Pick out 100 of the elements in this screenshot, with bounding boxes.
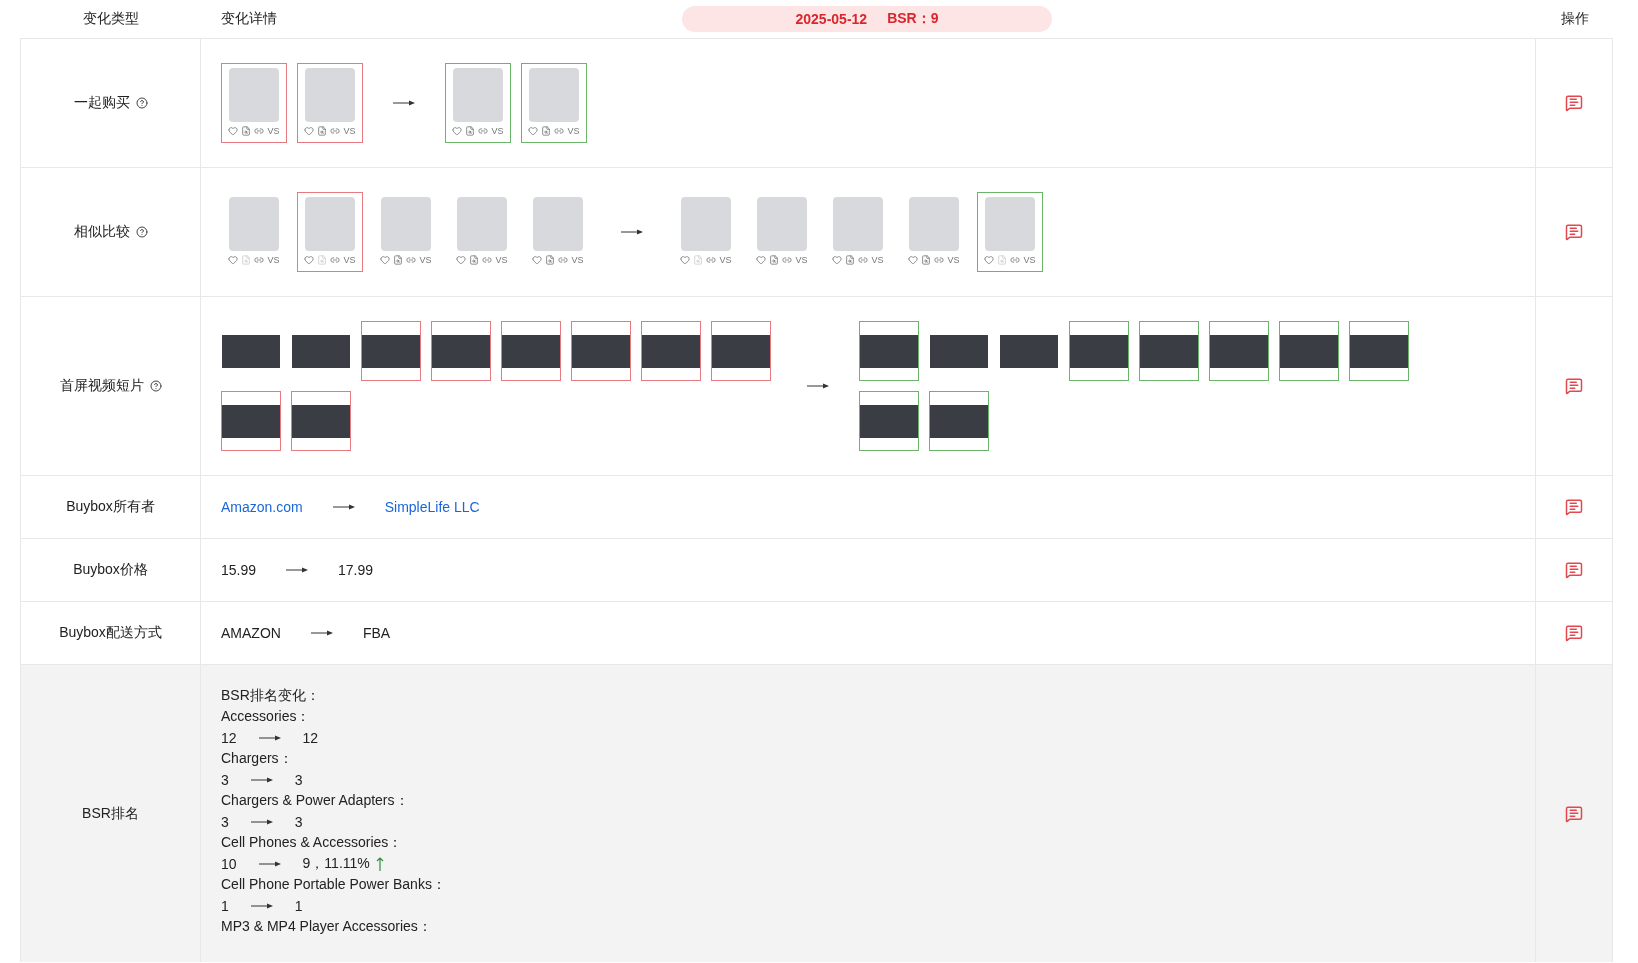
document-search-icon[interactable]: [241, 126, 252, 136]
compare-link[interactable]: VS: [495, 255, 508, 265]
compare-link[interactable]: VS: [947, 255, 960, 265]
link-icon[interactable]: [478, 126, 489, 136]
document-search-icon[interactable]: [845, 255, 856, 265]
product-card[interactable]: VS: [673, 192, 739, 272]
link-icon[interactable]: [554, 126, 565, 136]
compare-link[interactable]: VS: [795, 255, 808, 265]
product-card[interactable]: VS: [297, 192, 363, 272]
compare-link[interactable]: VS: [571, 255, 584, 265]
link-icon[interactable]: [254, 255, 265, 265]
help-icon[interactable]: [149, 380, 162, 392]
compare-link[interactable]: VS: [719, 255, 732, 265]
compare-link[interactable]: VS: [343, 255, 356, 265]
product-card[interactable]: VS: [521, 63, 587, 143]
video-thumbnail[interactable]: [929, 391, 989, 451]
video-thumbnail[interactable]: [1209, 321, 1269, 381]
product-card[interactable]: VS: [297, 63, 363, 143]
video-thumbnail[interactable]: [431, 321, 491, 381]
video-thumbnail[interactable]: [501, 321, 561, 381]
product-card[interactable]: VS: [525, 192, 591, 272]
heart-icon[interactable]: [756, 255, 767, 265]
heart-icon[interactable]: [908, 255, 919, 265]
video-thumbnail[interactable]: [859, 391, 919, 451]
compare-link[interactable]: VS: [267, 255, 280, 265]
compare-link[interactable]: VS: [567, 126, 580, 136]
product-card[interactable]: VS: [445, 63, 511, 143]
video-thumbnail[interactable]: [1139, 321, 1199, 381]
product-card[interactable]: VS: [749, 192, 815, 272]
link-icon[interactable]: [558, 255, 569, 265]
heart-icon[interactable]: [832, 255, 843, 265]
product-photo: [681, 197, 731, 251]
heart-icon[interactable]: [456, 255, 467, 265]
compare-link[interactable]: VS: [343, 126, 356, 136]
video-thumbnail[interactable]: [641, 321, 701, 381]
product-photo: [229, 197, 279, 251]
help-icon[interactable]: [135, 97, 148, 109]
compare-link[interactable]: VS: [871, 255, 884, 265]
heart-icon[interactable]: [984, 255, 995, 265]
product-card[interactable]: VS: [825, 192, 891, 272]
document-search-icon[interactable]: [465, 126, 476, 136]
video-thumbnail[interactable]: [221, 391, 281, 451]
heart-icon[interactable]: [680, 255, 691, 265]
document-search-icon[interactable]: [317, 126, 328, 136]
compare-link[interactable]: VS: [419, 255, 432, 265]
video-thumbnail[interactable]: [711, 321, 771, 381]
document-search-icon[interactable]: [921, 255, 932, 265]
seller-link[interactable]: Amazon.com: [221, 499, 303, 515]
comment-icon[interactable]: [1565, 377, 1583, 395]
document-search-icon[interactable]: [545, 255, 556, 265]
heart-icon[interactable]: [228, 126, 239, 136]
heart-icon[interactable]: [304, 255, 315, 265]
compare-link[interactable]: VS: [1023, 255, 1036, 265]
link-icon[interactable]: [858, 255, 869, 265]
video-thumbnail[interactable]: [291, 391, 351, 451]
compare-link[interactable]: VS: [267, 126, 280, 136]
heart-icon[interactable]: [228, 255, 239, 265]
product-card[interactable]: VS: [901, 192, 967, 272]
comment-icon[interactable]: [1565, 223, 1583, 241]
link-icon[interactable]: [406, 255, 417, 265]
link-icon[interactable]: [482, 255, 493, 265]
product-card[interactable]: VS: [449, 192, 515, 272]
help-icon[interactable]: [135, 226, 148, 238]
video-thumbnail[interactable]: [859, 321, 919, 381]
video-frame: [642, 334, 700, 368]
old-rank: 1: [221, 897, 229, 914]
link-icon[interactable]: [706, 255, 717, 265]
product-card[interactable]: VS: [221, 63, 287, 143]
video-thumbnail[interactable]: [1279, 321, 1339, 381]
heart-icon[interactable]: [304, 126, 315, 136]
arrow-icon: [393, 100, 415, 106]
comment-icon[interactable]: [1565, 94, 1583, 112]
compare-link[interactable]: VS: [491, 126, 504, 136]
heart-icon[interactable]: [528, 126, 539, 136]
product-card[interactable]: VS: [373, 192, 439, 272]
document-search-icon[interactable]: [469, 255, 480, 265]
document-search-icon[interactable]: [541, 126, 552, 136]
link-icon[interactable]: [330, 255, 341, 265]
heart-icon[interactable]: [380, 255, 391, 265]
comment-icon[interactable]: [1565, 561, 1583, 579]
product-card[interactable]: VS: [977, 192, 1043, 272]
product-card[interactable]: VS: [221, 192, 287, 272]
document-search-icon[interactable]: [393, 255, 404, 265]
link-icon[interactable]: [782, 255, 793, 265]
link-icon[interactable]: [330, 126, 341, 136]
video-thumbnail[interactable]: [1069, 321, 1129, 381]
video-thumbnail[interactable]: [361, 321, 421, 381]
video-thumbnail[interactable]: [1349, 321, 1409, 381]
link-icon[interactable]: [254, 126, 265, 136]
link-icon[interactable]: [934, 255, 945, 265]
video-thumbnail[interactable]: [571, 321, 631, 381]
heart-icon[interactable]: [452, 126, 463, 136]
comment-icon[interactable]: [1565, 498, 1583, 516]
link-icon[interactable]: [1010, 255, 1021, 265]
heart-icon[interactable]: [532, 255, 543, 265]
seller-link[interactable]: SimpleLife LLC: [384, 499, 480, 515]
comment-icon[interactable]: [1565, 804, 1583, 823]
document-search-icon[interactable]: [769, 255, 780, 265]
comment-icon[interactable]: [1565, 624, 1583, 642]
product-photo: [229, 68, 279, 122]
